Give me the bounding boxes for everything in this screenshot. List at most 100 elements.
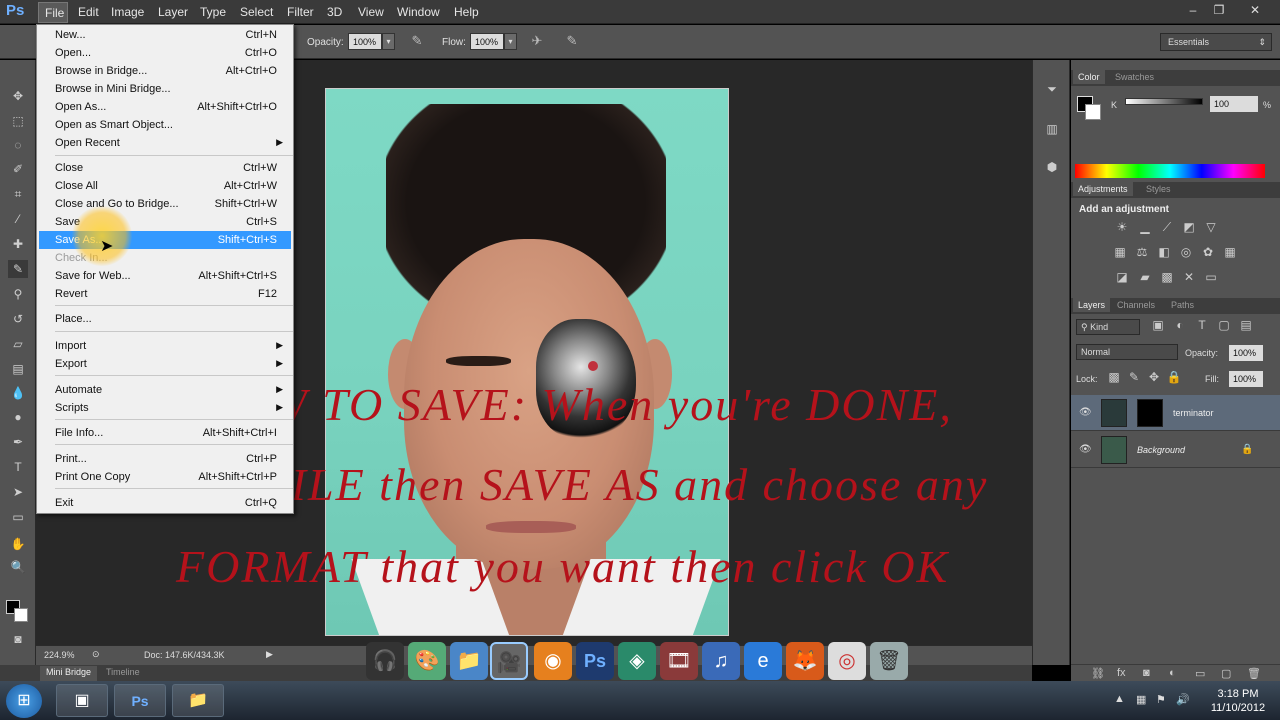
gradient-map-icon[interactable]: ▭ [1202, 270, 1220, 288]
menu-item-open-as[interactable]: Open As... Alt+Shift+Ctrl+O [39, 98, 291, 116]
menu-item-open-smart-object[interactable]: Open as Smart Object... [39, 116, 291, 134]
status-menu-arrow-icon[interactable]: ▶ [266, 649, 273, 660]
menu-item-open[interactable]: Open... Ctrl+O [39, 44, 291, 62]
opacity-dropdown[interactable]: ▾ [382, 33, 395, 50]
type-tool-icon[interactable]: T [8, 458, 28, 476]
layer-fill-field[interactable]: 100% [1229, 371, 1263, 387]
lock-pixels-icon[interactable]: ✎ [1125, 370, 1143, 388]
photo-filter-icon[interactable]: ◎ [1177, 245, 1195, 263]
filter-adjustment-icon[interactable]: ◐ [1171, 318, 1189, 336]
airbrush-icon[interactable]: ✈ [528, 33, 546, 51]
curves-icon[interactable]: ⟋ [1158, 220, 1176, 238]
eraser-tool-icon[interactable]: ▱ [8, 335, 28, 353]
itunes-icon[interactable]: ♫ [702, 642, 740, 680]
menu-item-file-info[interactable]: File Info... Alt+Shift+Ctrl+I [39, 424, 291, 442]
layer-style-icon[interactable]: fx [1117, 667, 1126, 679]
menu-item-exit[interactable]: Exit Ctrl+Q [39, 494, 291, 512]
workspace-switcher[interactable]: Essentials ⇕ [1160, 33, 1272, 51]
folder-icon[interactable]: 📁 [450, 642, 488, 680]
pen-tool-icon[interactable]: ✒ [8, 433, 28, 451]
menu-item-browse-bridge[interactable]: Browse in Bridge... Alt+Ctrl+O [39, 62, 291, 80]
pressure-opacity-icon[interactable]: ✎ [408, 33, 426, 51]
menu-item-export[interactable]: Export ▶ [39, 355, 291, 373]
3d-cube-icon[interactable]: ◈ [618, 642, 656, 680]
chrome-icon[interactable]: ◎ [828, 642, 866, 680]
paint-palette-icon[interactable]: 🎨 [408, 642, 446, 680]
lock-all-icon[interactable]: 🔒 [1165, 370, 1183, 388]
taskbar-clock[interactable]: 3:18 PM 11/10/2012 [1208, 687, 1268, 715]
delete-layer-icon[interactable]: 🗑 [1247, 667, 1261, 680]
photoshop-icon[interactable]: Ps [576, 642, 614, 680]
menu-type[interactable]: Type [200, 5, 226, 19]
menu-filter[interactable]: Filter [287, 5, 314, 19]
menu-item-revert[interactable]: Revert F12 [39, 285, 291, 303]
layer-name[interactable]: terminator [1173, 408, 1214, 418]
menu-item-print[interactable]: Print... Ctrl+P [39, 450, 291, 468]
headphones-icon[interactable]: 🎧 [366, 642, 404, 680]
color-spectrum-bar[interactable] [1075, 164, 1265, 178]
layer-name[interactable]: Background [1137, 445, 1185, 455]
menu-layer[interactable]: Layer [158, 5, 188, 19]
k-slider[interactable] [1125, 98, 1203, 105]
invert-icon[interactable]: ◪ [1113, 270, 1131, 288]
layer-mask-thumbnail[interactable] [1137, 399, 1163, 427]
menu-item-open-recent[interactable]: Open Recent ▶ [39, 134, 291, 152]
blend-mode-dropdown[interactable]: Normal [1076, 344, 1178, 360]
menu-item-automate[interactable]: Automate ▶ [39, 381, 291, 399]
filter-shape-icon[interactable]: ▢ [1215, 318, 1233, 336]
menu-item-save-for-web[interactable]: Save for Web... Alt+Shift+Ctrl+S [39, 267, 291, 285]
minimize-button[interactable]: – [1182, 3, 1204, 19]
info-icon[interactable]: ⊙ [92, 649, 100, 660]
restore-button[interactable]: ❐ [1208, 3, 1230, 19]
pressure-size-icon[interactable]: ✎ [563, 33, 581, 51]
posterize-icon[interactable]: ▰ [1136, 270, 1154, 288]
link-layers-icon[interactable]: ⛓ [1091, 667, 1105, 680]
visibility-eye-icon[interactable]: 👁 [1079, 444, 1092, 455]
menu-file[interactable]: File [38, 2, 68, 23]
hand-tool-icon[interactable]: ✋ [8, 535, 28, 553]
firefox-icon[interactable]: 🦊 [786, 642, 824, 680]
vibrance-icon[interactable]: ▽ [1202, 220, 1220, 238]
tray-arrow-icon[interactable]: ▲ [1114, 693, 1125, 705]
close-button[interactable]: ✕ [1244, 3, 1266, 19]
quick-mask-icon[interactable]: ◙ [8, 630, 28, 648]
lasso-tool-icon[interactable]: ◌ [8, 136, 28, 154]
3d-panel-icon[interactable]: ⬢ [1043, 160, 1061, 178]
tab-swatches[interactable]: Swatches [1115, 72, 1154, 82]
history-brush-tool-icon[interactable]: ↺ [8, 310, 28, 328]
menu-view[interactable]: View [358, 5, 384, 19]
menu-select[interactable]: Select [240, 5, 273, 19]
tab-paths[interactable]: Paths [1171, 300, 1194, 310]
lock-position-icon[interactable]: ✥ [1145, 370, 1163, 388]
move-tool-icon[interactable]: ✥ [8, 87, 28, 105]
hue-saturation-icon[interactable]: ▦ [1111, 245, 1129, 263]
k-value-field[interactable]: 100 [1210, 96, 1258, 112]
layer-filter-dropdown[interactable]: ⚲ Kind [1076, 319, 1140, 335]
healing-tool-icon[interactable]: ✚ [8, 235, 28, 253]
tray-network-icon[interactable]: ▦ [1136, 693, 1146, 706]
history-panel-icon[interactable]: ⏷ [1043, 82, 1061, 100]
film-icon[interactable]: 🎞 [660, 642, 698, 680]
menu-item-new[interactable]: New... Ctrl+N [39, 26, 291, 44]
blur-tool-icon[interactable]: 💧 [8, 384, 28, 402]
color-balance-icon[interactable]: ⚖ [1133, 245, 1151, 263]
opacity-field[interactable]: 100% [348, 33, 382, 50]
threshold-icon[interactable]: ▩ [1158, 270, 1176, 288]
marquee-tool-icon[interactable]: ⬚ [8, 112, 28, 130]
new-adjustment-icon[interactable]: ◐ [1169, 667, 1176, 679]
clone-stamp-tool-icon[interactable]: ⚲ [8, 285, 28, 303]
path-select-tool-icon[interactable]: ➤ [8, 483, 28, 501]
color-bg-swatch[interactable] [1085, 104, 1101, 120]
tray-volume-icon[interactable]: 🔊 [1176, 693, 1190, 706]
menu-item-import[interactable]: Import ▶ [39, 337, 291, 355]
tab-color[interactable]: Color [1073, 70, 1105, 84]
filter-pixel-icon[interactable]: ▣ [1149, 318, 1167, 336]
menu-edit[interactable]: Edit [78, 5, 99, 19]
menu-item-place[interactable]: Place... [39, 310, 291, 328]
quick-select-tool-icon[interactable]: ✐ [8, 160, 28, 178]
color-lookup-icon[interactable]: ▦ [1221, 245, 1239, 263]
menu-item-print-one-copy[interactable]: Print One Copy Alt+Shift+Ctrl+P [39, 468, 291, 486]
flow-dropdown[interactable]: ▾ [504, 33, 517, 50]
channel-mixer-icon[interactable]: ✿ [1199, 245, 1217, 263]
new-group-icon[interactable]: ▭ [1195, 667, 1205, 680]
